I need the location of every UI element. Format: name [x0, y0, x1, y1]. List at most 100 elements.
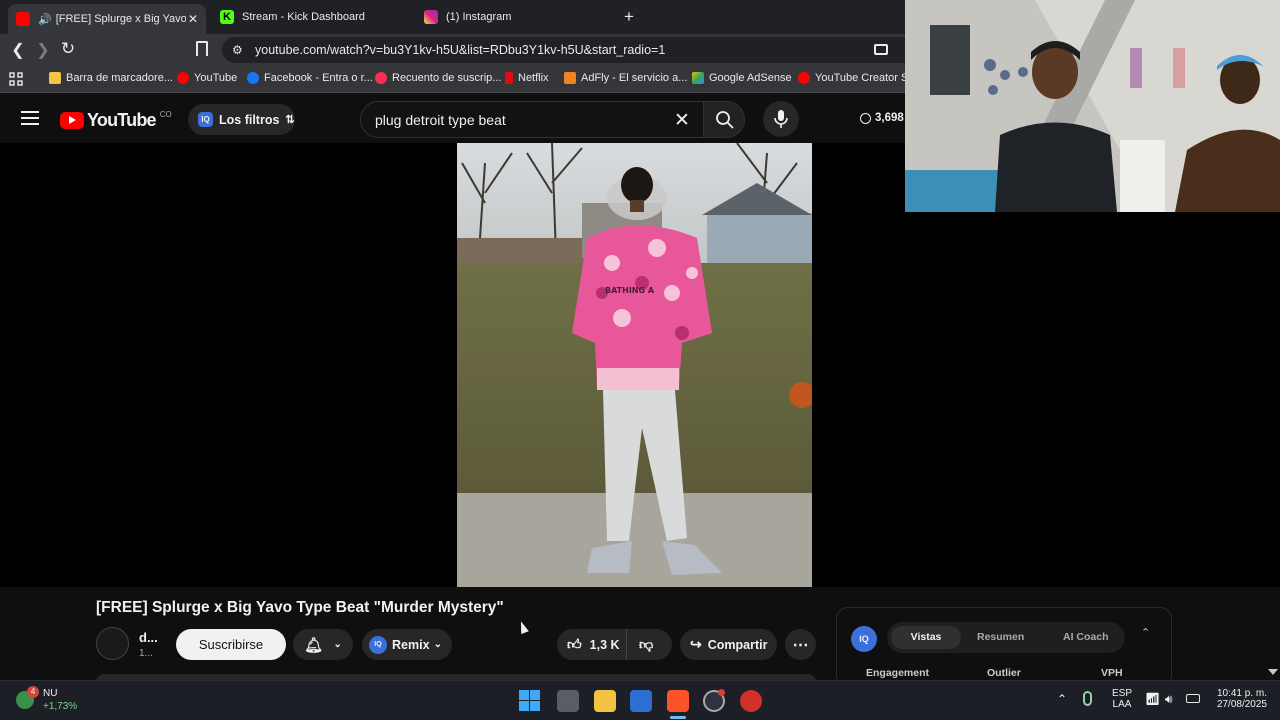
thumbs-up-icon: 👍︎	[567, 636, 582, 652]
clock[interactable]: 10:41 p. m. 27/08/2025	[1207, 688, 1267, 710]
bookmark-netflix[interactable]: Netflix	[505, 72, 549, 84]
youtube-icon	[375, 72, 387, 84]
clear-search-icon[interactable]: ✕	[674, 109, 690, 132]
tab-vistas[interactable]: Vistas	[891, 626, 961, 649]
tab-ai-coach[interactable]: AI Coach	[1063, 631, 1109, 643]
channel-avatar[interactable]	[96, 627, 129, 660]
watch-time-counter[interactable]: 3,698	[860, 112, 904, 124]
microphone-icon	[774, 110, 788, 128]
kick-icon: K	[220, 10, 234, 24]
menu-icon[interactable]	[21, 111, 39, 125]
bookmark-adfly[interactable]: AdFly - El servicio a...	[564, 72, 687, 84]
url-text[interactable]: youtube.com/watch?v=bu3Y1kv-h5U&list=RDb…	[255, 43, 665, 57]
facebook-icon	[247, 72, 259, 84]
language-indicator[interactable]: ESP LAA	[1112, 688, 1132, 710]
search-input[interactable]: plug detroit type beat ✕	[360, 101, 704, 138]
search-button[interactable]	[703, 101, 745, 138]
column-outlier: Outlier	[987, 667, 1021, 679]
iq-logo-icon: IQ	[851, 626, 877, 652]
column-engagement: Engagement	[866, 667, 930, 679]
scroll-down-arrow[interactable]	[1268, 669, 1278, 675]
forward-button[interactable]: ❯	[33, 40, 53, 60]
windows-start-button[interactable]	[519, 690, 540, 711]
bookmark-adsense[interactable]: Google AdSense	[692, 72, 792, 84]
notifications-button[interactable]: 🔔︎ ⌄	[293, 629, 353, 660]
cast-icon[interactable]	[874, 44, 888, 55]
iq-logo-icon: IQ	[198, 112, 213, 127]
tab-title: [FREE] Splurge x Big Yavo Typ	[55, 13, 186, 25]
video-title: [FREE] Splurge x Big Yavo Type Beat "Mur…	[96, 599, 504, 616]
bookmark-creator-studio[interactable]: YouTube Creator St...	[798, 72, 905, 84]
stock-name: NU	[43, 688, 58, 699]
microphone-icon[interactable]	[1083, 691, 1092, 706]
stock-change: +1,73%	[43, 701, 78, 712]
brave-browser-icon[interactable]	[667, 690, 689, 712]
youtube-icon	[177, 72, 189, 84]
subscribe-button[interactable]: Suscribirse	[176, 629, 286, 660]
apps-grid-icon[interactable]	[9, 72, 23, 86]
voice-search-button[interactable]	[763, 101, 799, 137]
webcam-overlay	[905, 0, 1280, 212]
webcam-feed-illustration	[905, 0, 1280, 212]
tab-resumen[interactable]: Resumen	[977, 631, 1024, 643]
show-hidden-icons-chevron[interactable]: ⌃	[1057, 692, 1067, 706]
bookmark-sub-counter[interactable]: Recuento de suscrip...	[375, 72, 501, 84]
bookmark-folder[interactable]: Barra de marcadore...	[49, 72, 173, 84]
bookmark-icon[interactable]	[196, 41, 208, 56]
share-icon: ↪	[690, 636, 702, 652]
like-button[interactable]: 👍︎ 1,3 K	[557, 629, 627, 660]
app-icon[interactable]	[740, 690, 762, 712]
reload-button[interactable]: ↻	[58, 39, 78, 59]
more-options-icon: ⋯	[792, 636, 809, 654]
instagram-icon	[424, 10, 438, 24]
share-button[interactable]: ↪ Compartir	[680, 629, 777, 660]
remix-button[interactable]: IQ Remix ⌄	[362, 629, 452, 660]
close-tab-icon[interactable]: ✕	[188, 12, 198, 26]
youtube-wordmark: YouTube	[87, 110, 157, 130]
search-query: plug detroit type beat	[375, 112, 506, 128]
clock-icon	[860, 112, 871, 124]
thumbs-down-icon: 👎︎	[639, 636, 654, 652]
battery-icon[interactable]	[1186, 694, 1200, 703]
dislike-button[interactable]: 👎︎	[627, 636, 653, 653]
bell-icon: 🔔︎	[304, 636, 324, 654]
tab-title: (1) Instagram	[446, 11, 512, 23]
tab-kick[interactable]: K Stream - Kick Dashboard	[212, 4, 412, 30]
vidiq-panel: IQ Vistas Resumen AI Coach ⌃ Engagement …	[836, 607, 1172, 687]
channel-name[interactable]: d...	[139, 630, 158, 645]
collapse-panel-icon[interactable]: ⌃	[1141, 626, 1150, 639]
site-settings-icon[interactable]: ⚙	[232, 43, 243, 57]
widget-badge: 4	[27, 686, 39, 698]
wifi-icon[interactable]: 📶︎	[1145, 692, 1160, 706]
address-bar[interactable]: ⚙ youtube.com/watch?v=bu3Y1kv-h5U&list=R…	[222, 37, 922, 63]
video-frame: BATHING A	[457, 143, 812, 587]
active-app-indicator	[670, 716, 686, 719]
volume-icon[interactable]: 🔊︎	[1165, 692, 1173, 707]
new-tab-button[interactable]: +	[624, 7, 634, 27]
youtube-logo[interactable]: YouTube CO	[60, 110, 172, 131]
chevron-down-icon: ⌄	[433, 639, 442, 650]
country-code: CO	[159, 110, 172, 119]
bookmark-youtube[interactable]: YouTube	[177, 72, 237, 84]
youtube-icon	[798, 72, 810, 84]
microsoft-store-icon[interactable]	[630, 690, 652, 712]
search-icon	[716, 111, 734, 129]
back-button[interactable]: ❮	[8, 40, 28, 60]
like-dislike-group: 👍︎ 1,3 K 👎︎	[557, 629, 672, 660]
adsense-icon	[692, 72, 704, 84]
windows-logo-icon	[519, 690, 540, 711]
iq-logo-icon: IQ	[369, 635, 387, 654]
tab-title: Stream - Kick Dashboard	[242, 11, 365, 23]
iq-tab-bar: Vistas Resumen AI Coach	[887, 622, 1125, 653]
hoodie-print: BATHING A	[605, 286, 655, 295]
tab-youtube[interactable]: 🔊 [FREE] Splurge x Big Yavo Typ ✕	[8, 4, 206, 34]
bookmark-facebook[interactable]: Facebook - Entra o r...	[247, 72, 373, 84]
file-explorer-icon[interactable]	[594, 690, 616, 712]
more-actions-button[interactable]: ⋯	[785, 629, 816, 660]
task-view-icon[interactable]	[557, 690, 579, 712]
tab-instagram[interactable]: (1) Instagram	[416, 4, 616, 30]
chevron-down-icon: ⌄	[333, 639, 342, 650]
video-thumbnail-illustration: BATHING A	[457, 143, 812, 587]
filters-button[interactable]: IQ Los filtros ⇅	[188, 104, 295, 135]
recording-badge	[718, 689, 725, 696]
